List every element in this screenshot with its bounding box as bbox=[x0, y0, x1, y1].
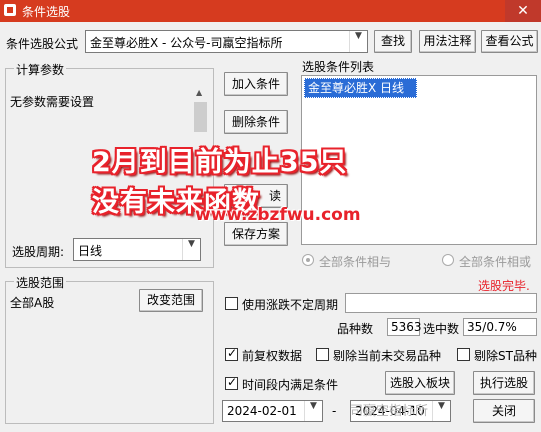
window-title: 条件选股 bbox=[22, 5, 71, 19]
period-label: 选股周期: bbox=[12, 245, 65, 259]
app-icon bbox=[4, 4, 16, 16]
save-scheme-button[interactable]: 保存方案 bbox=[224, 222, 288, 246]
params-text: 无参数需要设置 bbox=[10, 95, 95, 109]
count-label: 品种数 bbox=[337, 322, 374, 336]
range-group-title: 选股范围 bbox=[14, 274, 67, 291]
view-formula-button[interactable]: 查看公式 bbox=[481, 30, 538, 53]
chevron-down-icon[interactable]: ▼ bbox=[182, 239, 200, 260]
close-button[interactable]: 关闭 bbox=[473, 399, 535, 423]
title-bar: 条件选股 ✕ bbox=[0, 0, 541, 22]
time-range-label: 时间段内满足条件 bbox=[242, 378, 339, 392]
params-group-title: 计算参数 bbox=[14, 61, 67, 78]
start-date-picker[interactable]: 2024-02-01 ▼ bbox=[222, 400, 323, 422]
find-button[interactable]: 查找 bbox=[374, 30, 412, 53]
condition-picker-window: 条件选股 ✕ 条件选股公式 金至尊必胜X - 公众号-司蠃空指标所 ▼ 查找 用… bbox=[0, 0, 541, 432]
chevron-down-icon[interactable]: ▼ bbox=[349, 31, 367, 52]
use-period-label: 使用涨跌不定周期 bbox=[242, 298, 339, 312]
chevron-down-icon[interactable]: ▼ bbox=[304, 401, 322, 421]
status-text: 选股完毕. bbox=[478, 279, 530, 293]
forward-adjust-label: 前复权数据 bbox=[242, 349, 303, 363]
overlay-site: www.zbzfwu.com bbox=[195, 205, 361, 225]
cond-list-title: 选股条件列表 bbox=[302, 60, 375, 74]
period-field[interactable] bbox=[345, 293, 537, 313]
exclude-st-checkbox[interactable] bbox=[457, 348, 470, 361]
count-value: 5363 bbox=[387, 318, 422, 336]
exclude-untraded-checkbox[interactable] bbox=[316, 348, 329, 361]
exclude-st-label: 剔除ST品种 bbox=[474, 349, 537, 363]
formula-value: 金至尊必胜X - 公众号-司蠃空指标所 bbox=[90, 36, 283, 50]
formula-select[interactable]: 金至尊必胜X - 公众号-司蠃空指标所 ▼ bbox=[85, 30, 368, 53]
execute-button[interactable]: 执行选股 bbox=[473, 371, 535, 395]
to-sector-button[interactable]: 选股入板块 bbox=[385, 371, 455, 395]
date-separator: - bbox=[332, 404, 337, 418]
add-condition-button[interactable]: 加入条件 bbox=[224, 72, 288, 96]
logic-or-label: 全部条件相或 bbox=[459, 255, 532, 269]
logic-and-radio[interactable] bbox=[302, 254, 314, 266]
start-date-value: 2024-02-01 bbox=[227, 404, 297, 418]
period-value: 日线 bbox=[78, 244, 103, 258]
chevron-down-icon[interactable]: ▼ bbox=[432, 401, 450, 421]
logic-and-label: 全部条件相与 bbox=[319, 255, 392, 269]
delete-condition-button[interactable]: 删除条件 bbox=[224, 110, 288, 134]
usage-notes-button[interactable]: 用法注释 bbox=[419, 30, 476, 53]
change-range-button[interactable]: 改变范围 bbox=[139, 289, 203, 312]
overlay-line-1: 2月到目前为止35只 bbox=[92, 147, 348, 178]
watermark: 司蠃空指标所 bbox=[350, 404, 429, 419]
close-window-button[interactable]: ✕ bbox=[505, 0, 541, 22]
time-range-checkbox[interactable] bbox=[225, 375, 238, 390]
selected-value: 35/0.7% bbox=[463, 318, 537, 336]
period-select[interactable]: 日线 ▼ bbox=[73, 238, 201, 261]
selected-label: 选中数 bbox=[423, 322, 460, 336]
scroll-thumb[interactable] bbox=[194, 102, 207, 132]
scroll-up-icon[interactable]: ▲ bbox=[196, 88, 202, 97]
logic-or-radio[interactable] bbox=[442, 254, 454, 266]
exclude-untraded-label: 剔除当前未交易品种 bbox=[333, 349, 442, 363]
cond-list-item[interactable]: 金至尊必胜X 日线 bbox=[304, 78, 417, 98]
params-scrollbar[interactable]: ▲ bbox=[193, 86, 208, 148]
forward-adjust-checkbox[interactable] bbox=[225, 346, 238, 361]
use-period-checkbox[interactable] bbox=[225, 297, 238, 310]
range-value: 全部A股 bbox=[10, 296, 55, 310]
formula-label: 条件选股公式 bbox=[6, 37, 79, 51]
